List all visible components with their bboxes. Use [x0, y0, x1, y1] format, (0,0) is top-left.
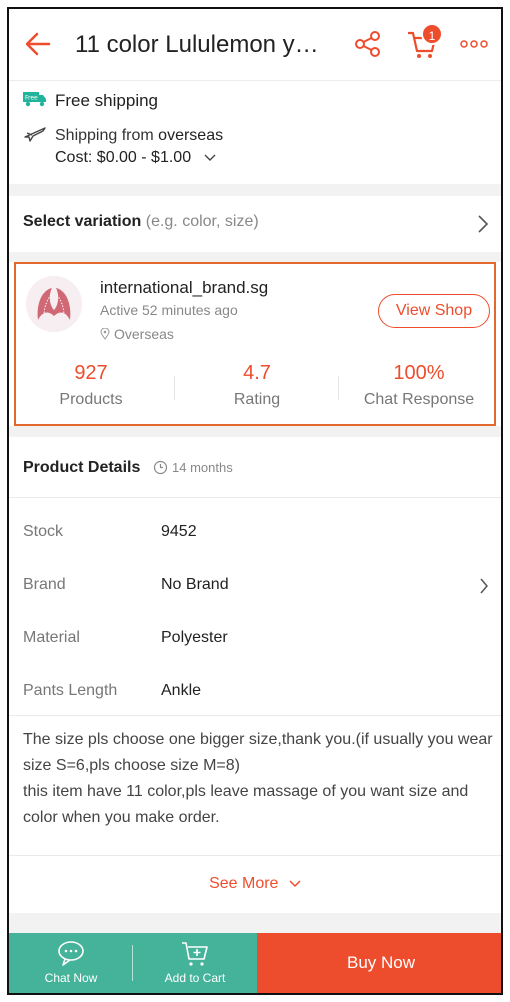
- top-bar: 11 color Lululemon y… 1: [9, 9, 501, 81]
- product-details-section: Product Details 14 months Stock 9452 Bra…: [9, 437, 501, 933]
- shipping-cost-text: Cost: $0.00 - $1.00: [55, 149, 192, 166]
- variation-title: Select variation: [23, 213, 142, 230]
- divider: [9, 855, 501, 856]
- detail-label-brand: Brand: [23, 576, 66, 593]
- shop-location: Overseas: [100, 326, 174, 342]
- shipping-section: Free Free shipping Shipping from oversea…: [9, 81, 501, 184]
- divider: [9, 497, 501, 498]
- variation-hint: (e.g. color, size): [145, 213, 259, 230]
- page-title: 11 color Lululemon y…: [75, 31, 319, 58]
- location-pin-icon: [100, 328, 110, 340]
- stat-label: Products: [59, 391, 123, 408]
- divider: [9, 715, 501, 716]
- chat-bubble-icon: [58, 941, 84, 966]
- bottom-action-bar: Chat Now Add to Cart Buy Now: [9, 933, 501, 993]
- shop-name: international_brand.sg: [100, 278, 269, 297]
- detail-value-stock: 9452: [161, 523, 197, 540]
- variation-label: Select variation (e.g. color, size): [23, 213, 259, 231]
- detail-value-material: Polyester: [161, 629, 228, 646]
- detail-label-stock: Stock: [23, 523, 64, 540]
- product-details-heading: Product Details: [23, 459, 141, 476]
- chat-now-label: Chat Now: [44, 971, 98, 985]
- free-shipping-truck-icon: Free: [23, 92, 46, 107]
- shop-avatar[interactable]: [26, 276, 82, 332]
- section-gap: [9, 184, 501, 196]
- shop-card: international_brand.sg Active 52 minutes…: [14, 262, 496, 426]
- shipping-from-prefix: Shipping from: [55, 127, 159, 144]
- select-variation-row[interactable]: Select variation (e.g. color, size): [9, 196, 501, 252]
- plane-icon: [24, 127, 46, 142]
- stat-products: 927 Products: [16, 362, 166, 409]
- stat-chat-response: 100% Chat Response: [344, 362, 494, 409]
- buy-now-button[interactable]: Buy Now: [257, 933, 501, 993]
- detail-label-material: Material: [23, 629, 80, 646]
- add-to-cart-icon: [182, 942, 208, 966]
- stat-label: Chat Response: [363, 391, 475, 408]
- shipping-cost[interactable]: Cost: $0.00 - $1.00: [55, 149, 216, 167]
- section-gap: [9, 913, 501, 933]
- lululemon-logo-icon: [26, 276, 82, 332]
- stat-value: 100%: [393, 362, 445, 384]
- more-options-icon[interactable]: [459, 39, 489, 49]
- shipping-from-value: overseas: [158, 127, 224, 144]
- shipping-from: Shipping from overseas: [55, 127, 223, 145]
- free-badge-text: Free: [25, 95, 38, 102]
- stat-label: Rating: [233, 391, 281, 408]
- chevron-right-icon: [478, 215, 489, 233]
- detail-value-brand[interactable]: No Brand: [161, 576, 229, 594]
- chat-now-button[interactable]: Chat Now: [9, 933, 133, 993]
- stat-divider: [338, 376, 339, 400]
- clock-icon: [153, 460, 168, 475]
- free-shipping-label: Free shipping: [55, 91, 159, 110]
- see-more-button[interactable]: See More: [9, 875, 501, 893]
- shop-location-text: Overseas: [114, 326, 174, 342]
- add-to-cart-label: Add to Cart: [164, 971, 226, 985]
- chevron-down-icon: [289, 880, 301, 887]
- add-to-cart-button[interactable]: Add to Cart: [133, 933, 257, 993]
- back-arrow-icon[interactable]: [23, 29, 53, 59]
- stat-value: 927: [74, 362, 108, 384]
- detail-label-pants-length: Pants Length: [23, 682, 118, 699]
- share-icon[interactable]: [353, 29, 383, 59]
- stat-divider: [174, 376, 175, 400]
- stat-value: 4.7: [243, 362, 271, 384]
- chevron-right-icon[interactable]: [479, 577, 489, 595]
- see-more-label: See More: [209, 875, 279, 892]
- product-description: The size pls choose one bigger size,than…: [23, 731, 493, 826]
- section-gap: [9, 426, 501, 437]
- screen: 11 color Lululemon y… 1 Free Free shippi…: [7, 7, 503, 995]
- section-gap: [9, 252, 501, 262]
- view-shop-button[interactable]: View Shop: [378, 294, 490, 328]
- listing-age: 14 months: [172, 460, 233, 475]
- stat-rating: 4.7 Rating: [182, 362, 332, 409]
- chevron-down-icon: [204, 154, 216, 161]
- detail-value-pants-length: Ankle: [161, 682, 202, 699]
- shop-active-status: Active 52 minutes ago: [100, 302, 238, 318]
- cart-count-badge: 1: [421, 23, 443, 45]
